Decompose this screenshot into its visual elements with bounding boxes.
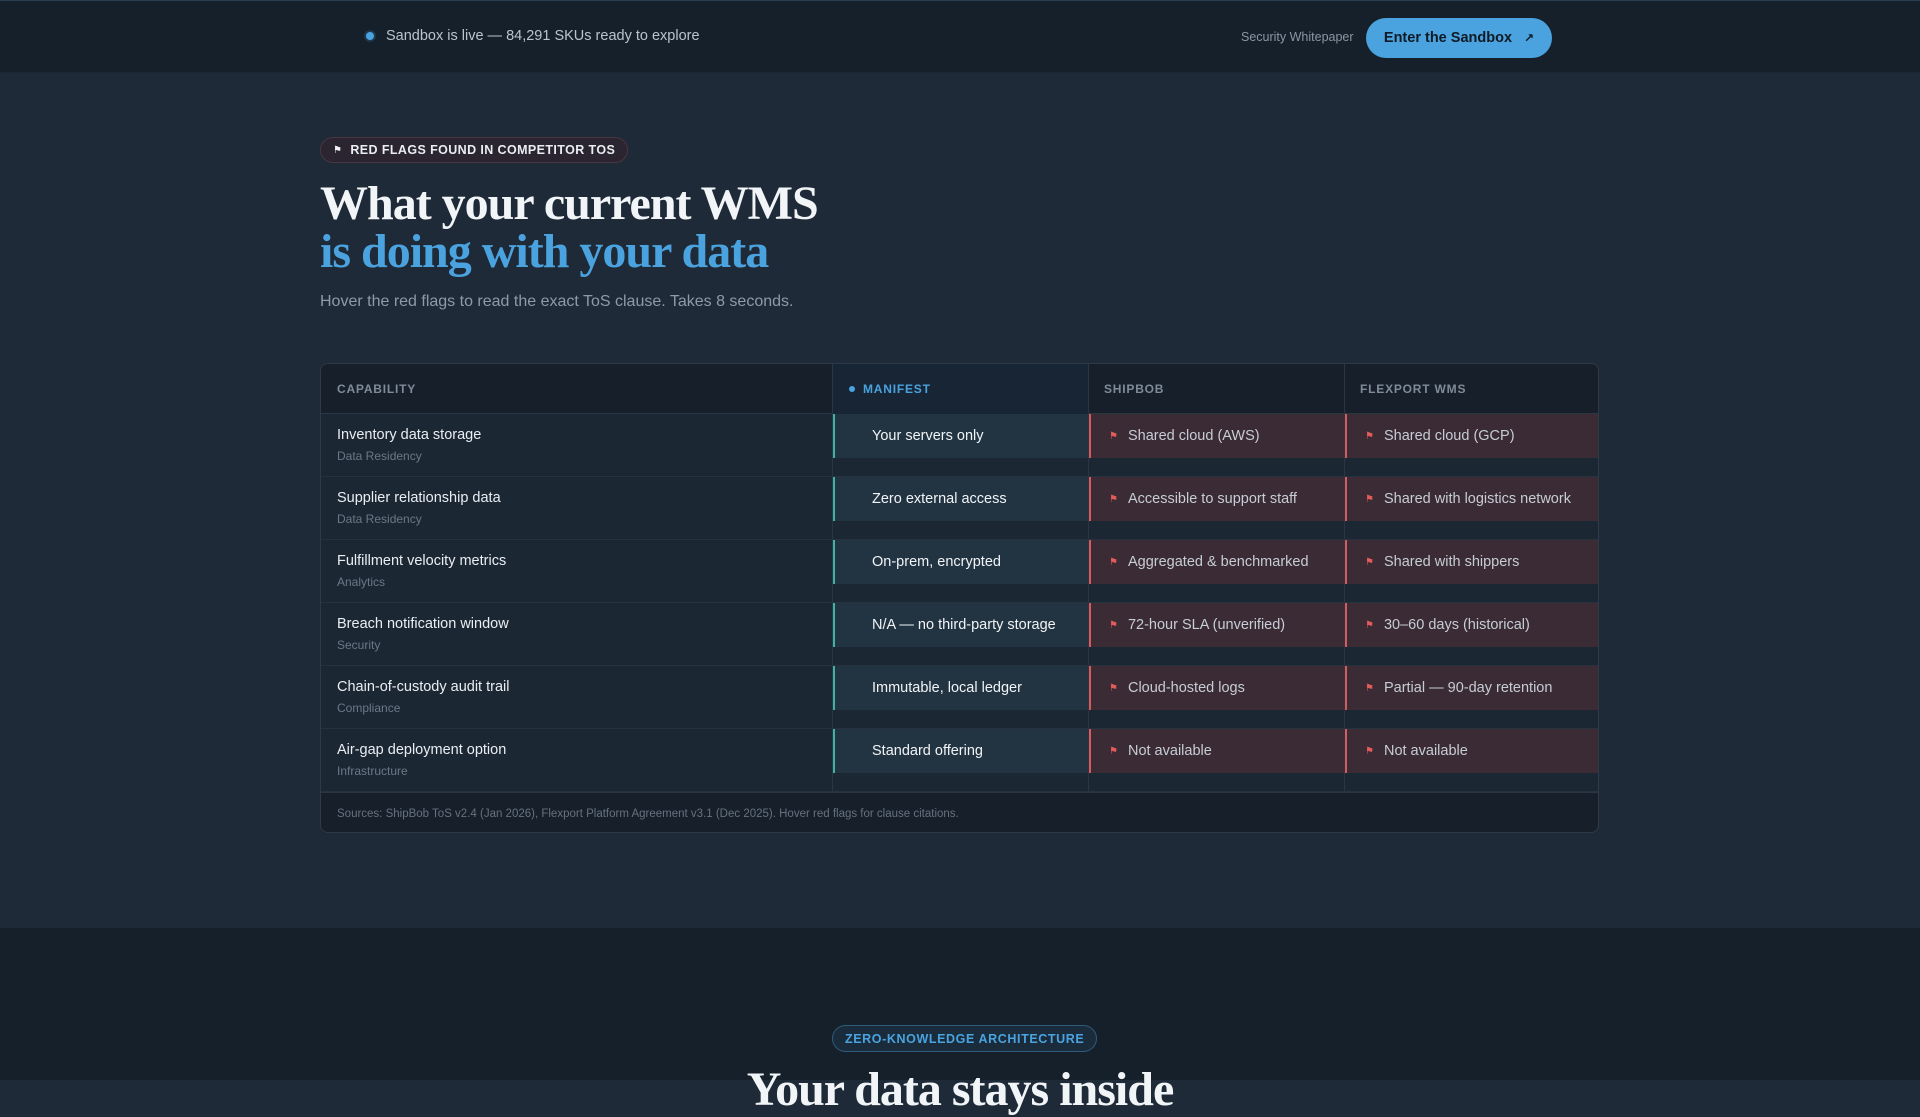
arrow-up-right-icon: ↗: [1524, 31, 1535, 45]
zero-knowledge-badge: ZERO-KNOWLEDGE ARCHITECTURE: [832, 1025, 1098, 1052]
capability-category: Data Residency: [337, 449, 422, 463]
flexport-cell-text: Partial — 90-day retention: [1383, 680, 1553, 696]
page-title-line-1: What your current WMS: [320, 177, 819, 230]
manifest-dot-icon: [849, 386, 855, 392]
manifest-cell: On-prem, encrypted: [833, 540, 1088, 584]
live-dot-icon: [366, 32, 374, 40]
capability-name: Air-gap deployment option: [337, 742, 507, 758]
table-footnote: Sources: ShipBob ToS v2.4 (Jan 2026), Fl…: [321, 792, 1598, 832]
shipbob-cell-text: Not available: [1127, 743, 1212, 759]
shipbob-cell-text: Aggregated & benchmarked: [1127, 554, 1309, 570]
red-flag-icon[interactable]: ⚑: [1365, 494, 1374, 505]
shipbob-cell[interactable]: ⚑ Not available: [1089, 729, 1344, 773]
capability-name: Chain-of-custody audit trail: [337, 679, 510, 695]
flexport-cell-text: 30–60 days (historical): [1383, 617, 1530, 633]
section-heading: Your data stays inside: [746, 1063, 1175, 1116]
red-flags-badge-text: RED FLAGS FOUND IN COMPETITOR TOS: [350, 143, 616, 157]
next-section: [0, 928, 1920, 1080]
shipbob-cell[interactable]: ⚑ Cloud-hosted logs: [1089, 666, 1344, 710]
red-flag-icon[interactable]: ⚑: [1109, 683, 1118, 694]
capability-name: Inventory data storage: [337, 427, 482, 443]
flexport-cell-text: Shared with logistics network: [1383, 491, 1571, 507]
capability-category: Compliance: [337, 701, 401, 715]
red-flag-icon[interactable]: ⚑: [1109, 494, 1118, 505]
shipbob-cell-text: Cloud-hosted logs: [1127, 680, 1245, 696]
shipbob-cell-text: Accessible to support staff: [1127, 491, 1297, 507]
flexport-cell[interactable]: ⚑ Partial — 90-day retention: [1345, 666, 1598, 710]
comparison-table: CAPABILITY MANIFEST SHIPBOB FLEXPORT WMS…: [320, 363, 1599, 833]
live-status-text: Sandbox is live — 84,291 SKUs ready to e…: [386, 28, 700, 44]
manifest-cell: Zero external access: [833, 477, 1088, 521]
flexport-cell-text: Shared with shippers: [1383, 554, 1520, 570]
red-flag-icon[interactable]: ⚑: [1365, 557, 1374, 568]
table-row: Fulfillment velocity metrics Analytics O…: [321, 540, 1598, 603]
manifest-cell: Immutable, local ledger: [833, 666, 1088, 710]
flexport-cell[interactable]: ⚑ Not available: [1345, 729, 1598, 773]
capability-name: Fulfillment velocity metrics: [337, 553, 507, 569]
enter-sandbox-label: Enter the Sandbox: [1383, 30, 1513, 46]
capability-category: Data Residency: [337, 512, 422, 526]
header-flexport: FLEXPORT WMS: [1360, 382, 1467, 396]
live-status: Sandbox is live — 84,291 SKUs ready to e…: [366, 28, 700, 44]
capability-name: Supplier relationship data: [337, 490, 501, 506]
flexport-cell[interactable]: ⚑ 30–60 days (historical): [1345, 603, 1598, 647]
manifest-cell: N/A — no third-party storage: [833, 603, 1088, 647]
capability-category: Infrastructure: [337, 764, 408, 778]
shipbob-cell[interactable]: ⚑ 72-hour SLA (unverified): [1089, 603, 1344, 647]
flexport-cell-text: Shared cloud (GCP): [1383, 428, 1515, 444]
table-row: Air-gap deployment option Infrastructure…: [321, 729, 1598, 792]
shipbob-cell[interactable]: ⚑ Shared cloud (AWS): [1089, 414, 1344, 458]
red-flag-icon[interactable]: ⚑: [1109, 431, 1118, 442]
red-flag-icon[interactable]: ⚑: [1109, 746, 1118, 757]
flexport-cell-text: Not available: [1383, 743, 1468, 759]
header-capability: CAPABILITY: [337, 382, 417, 396]
red-flag-icon[interactable]: ⚑: [1365, 620, 1374, 631]
red-flag-icon[interactable]: ⚑: [1365, 431, 1374, 442]
flag-icon: ⚑: [333, 144, 343, 156]
red-flag-icon[interactable]: ⚑: [1365, 746, 1374, 757]
shipbob-cell[interactable]: ⚑ Aggregated & benchmarked: [1089, 540, 1344, 584]
manifest-cell: Standard offering: [833, 729, 1088, 773]
capability-name: Breach notification window: [337, 616, 509, 632]
page-subtitle: Hover the red flags to read the exact To…: [320, 293, 794, 310]
flexport-cell[interactable]: ⚑ Shared with shippers: [1345, 540, 1598, 584]
header-manifest: MANIFEST: [833, 364, 1088, 414]
security-whitepaper-link[interactable]: Security Whitepaper: [1241, 30, 1354, 44]
enter-sandbox-button[interactable]: Enter the Sandbox ↗: [1366, 18, 1552, 58]
page-title-line-2: is doing with your data: [320, 225, 769, 278]
capability-category: Analytics: [337, 575, 386, 589]
red-flag-icon[interactable]: ⚑: [1109, 620, 1118, 631]
red-flag-icon[interactable]: ⚑: [1365, 683, 1374, 694]
manifest-cell: Your servers only: [833, 414, 1088, 458]
table-row: Breach notification window Security N/A …: [321, 603, 1598, 666]
shipbob-cell-text: 72-hour SLA (unverified): [1127, 617, 1286, 633]
flexport-cell[interactable]: ⚑ Shared with logistics network: [1345, 477, 1598, 521]
flexport-cell[interactable]: ⚑ Shared cloud (GCP): [1345, 414, 1598, 458]
top-bar: Sandbox is live — 84,291 SKUs ready to e…: [0, 0, 1920, 73]
table-header: CAPABILITY MANIFEST SHIPBOB FLEXPORT WMS: [321, 364, 1598, 414]
red-flag-icon[interactable]: ⚑: [1109, 557, 1118, 568]
header-shipbob: SHIPBOB: [1104, 382, 1165, 396]
table-row: Chain-of-custody audit trail Compliance …: [321, 666, 1598, 729]
header-manifest-label: MANIFEST: [863, 382, 931, 396]
table-row: Supplier relationship data Data Residenc…: [321, 477, 1598, 540]
shipbob-cell-text: Shared cloud (AWS): [1127, 428, 1260, 444]
shipbob-cell[interactable]: ⚑ Accessible to support staff: [1089, 477, 1344, 521]
table-row: Inventory data storage Data Residency Yo…: [321, 414, 1598, 477]
red-flags-badge: ⚑ RED FLAGS FOUND IN COMPETITOR TOS: [320, 137, 629, 163]
capability-category: Security: [337, 638, 381, 652]
